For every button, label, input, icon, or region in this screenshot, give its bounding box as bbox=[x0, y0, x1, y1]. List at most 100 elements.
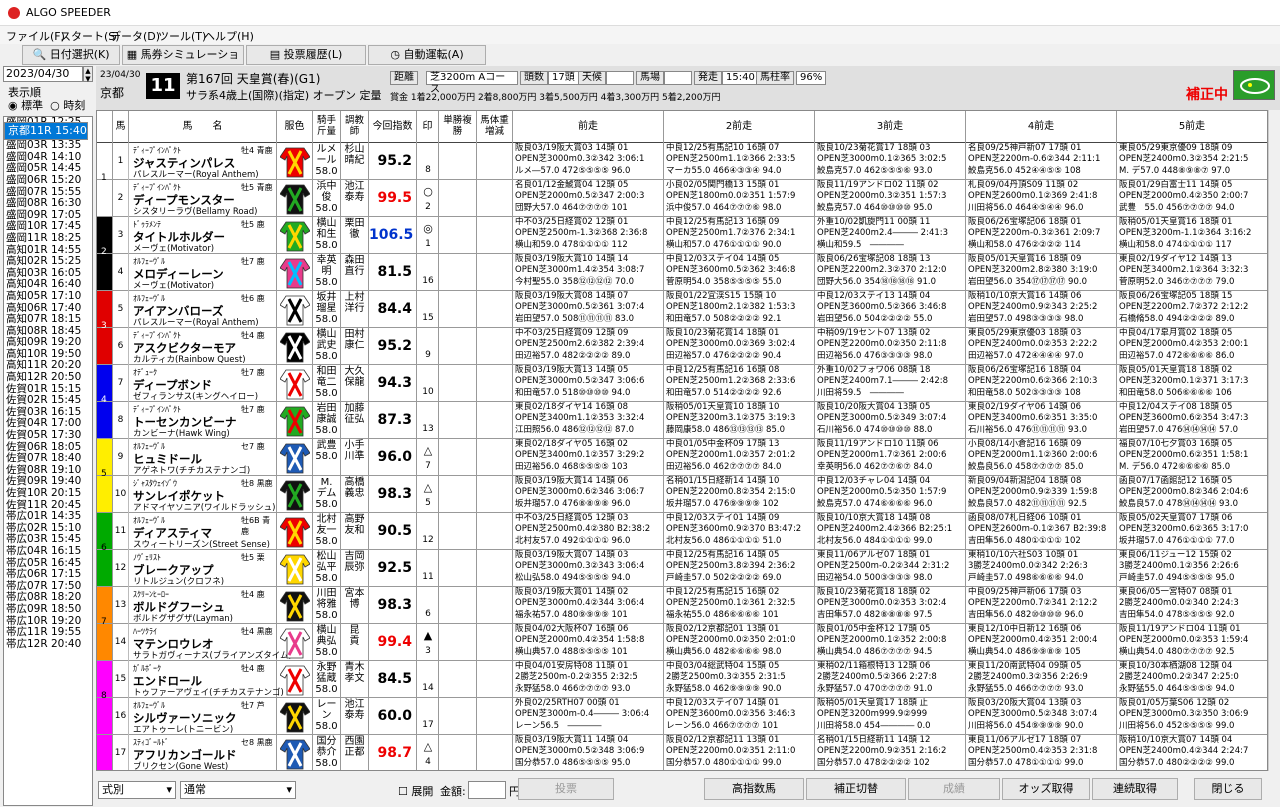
past-race-cell[interactable]: 中良12/25有馬記15 16頭 02 OPEN芝2500m0.1②361 2:3… bbox=[664, 587, 815, 624]
mark-cell[interactable]: △ 4 bbox=[417, 735, 439, 770]
menu-item-3[interactable]: ツール(T) bbox=[158, 28, 206, 44]
horse-name-cell[interactable]: ｶﾞﾙﾎﾞｰｸ 牡4 鹿エンドロール トゥファーアヴェイ(チチカステナンゴ) bbox=[129, 661, 284, 698]
past-race-cell[interactable]: 福良07/10七夕賞03 16頭 05 OPEN芝2000m0.6②351 1:5… bbox=[1117, 439, 1267, 476]
horse-name-cell[interactable]: ﾊｰﾂｸﾗｲ 牡4 黒鹿 マテンロウレオ サラトガヴィーナス(ブライアンズタイム) bbox=[129, 624, 292, 661]
results-button[interactable]: 成績 bbox=[908, 778, 1000, 800]
mark-cell[interactable]: 16 bbox=[417, 254, 439, 291]
race-list-item[interactable]: 帯広11R 19:55 bbox=[4, 627, 92, 639]
horse-row[interactable]: 3 5 ｵﾙﾌｪｰｳﾞﾙ 牡6 鹿アイアンバローズ パレスルーマー(Royal Anth… bbox=[97, 291, 1267, 331]
past-race-cell[interactable]: 外良02/25RTH07 00頭 01 OPEN芝3000m-0.4――― 3:0… bbox=[513, 698, 664, 735]
date-spin-button[interactable]: ▲ ▼ bbox=[83, 66, 93, 83]
past-race-cell[interactable]: 阪良06/26宝塚記16 18頭 04 OPEN芝2200m0.6②366 2:1… bbox=[966, 365, 1117, 402]
past-race-cell[interactable]: 中不03/25日経賞02 12頭 01 OPEN芝2500m-1.3②368 2:… bbox=[513, 217, 664, 254]
past-race-cell[interactable]: 東良12/10中日新12 16頭 06 OPEN芝2000m0.4②351 2:0… bbox=[966, 624, 1117, 661]
past-race-cell[interactable]: 東良05/29東京優03 18頭 03 OPEN芝2400m0.0②353 2:2… bbox=[966, 328, 1117, 365]
past-race-cell[interactable]: 阪稍05/01天皇賞16 18頭 01 OPEN芝3200m-1.1②364 3:… bbox=[1117, 217, 1267, 254]
horse-row[interactable]: 5 9 ｵﾙﾌｪｰｳﾞﾙ セ7 鹿ヒュミドール アゲネトワ(チチカステナンゴ) 武豊 58.… bbox=[97, 439, 1267, 479]
horse-row[interactable]: 2 ﾃﾞｨｰﾌﾟｲﾝﾊﾟｸﾄ 牡5 青鹿 ディープモンスター シスタリーラヴ(Bella… bbox=[97, 180, 1267, 217]
race-list-item[interactable]: 盛岡06R 15:20 bbox=[4, 174, 92, 187]
past-race-cell[interactable]: 東良11/06アルゼ07 18頭 01 OPEN芝2500m-0.2②344 2:… bbox=[815, 550, 966, 587]
vertical-scrollbar[interactable] bbox=[1268, 110, 1280, 771]
past-race-cell[interactable]: 小良08/14小倉記16 16頭 09 OPEN芝2000m1.1②360 2:0… bbox=[966, 439, 1117, 476]
race-list-item[interactable]: 帯広06R 17:15 bbox=[4, 569, 92, 581]
past-race-cell[interactable]: 名良01/12金鯱賞04 12頭 05 OPEN芝2000m0.5②347 2:0… bbox=[513, 180, 664, 217]
auto-run-button[interactable]: ◷ 自動運転(A) bbox=[368, 45, 486, 65]
past-race-cell[interactable]: 函良08/07札日経06 10頭 01 OPEN芝2600m-0.1②367 B2… bbox=[966, 513, 1117, 550]
past-race-cell[interactable]: 阪良02/12京都記01 13頭 01 OPEN芝2000m0.0②350 2:0… bbox=[664, 624, 815, 661]
horse-name-cell[interactable]: ｽﾃｨｺﾞｰﾙﾄﾞ セ8 黒鹿 アフリカンゴールド ブリクセン(Gone West) bbox=[129, 735, 277, 770]
past-race-cell[interactable]: 中良04/01安房特08 11頭 01 2勝芝2500m-0.2②355 2:32… bbox=[513, 661, 664, 698]
past-race-cell[interactable]: 阪良01/29白富士11 14頭 05 OPEN芝2000m0.4②350 2:0… bbox=[1117, 180, 1267, 217]
past-race-cell[interactable]: 阪良03/19阪大賞14 14頭 06 OPEN芝3000m0.6②346 3:0… bbox=[513, 476, 664, 513]
mark-cell[interactable]: 11 bbox=[417, 550, 439, 587]
get-odds-button[interactable]: オッズ取得 bbox=[1002, 778, 1090, 800]
race-list-item[interactable]: 高知02R 15:25 bbox=[4, 256, 92, 268]
past-race-cell[interactable]: 東良10/30本栖湖08 12頭 04 2勝芝2400m0.2②347 2:25:… bbox=[1117, 661, 1267, 698]
horse-row[interactable]: 12 ﾉｳﾞｪﾘｽﾄ 牡5 栗ブレークアップ リトルジュン(クロフネ) 松山 弘平 58.0… bbox=[97, 550, 1267, 587]
horse-row[interactable]: 4 ｵﾙﾌｪｰｳﾞﾙ 牡7 鹿メロディーレーン メーヴェ(Motivator) 幸英明 5… bbox=[97, 254, 1267, 291]
past-race-cell[interactable]: 東稍10/10六社S03 10頭 01 3勝芝2400m0.0②342 2:26:… bbox=[966, 550, 1117, 587]
race-list-item[interactable]: 帯広04R 16:15 bbox=[4, 545, 92, 558]
past-race-cell[interactable]: 東良11/20南武特04 09頭 05 2勝芝2400m0.3②356 2:26:… bbox=[966, 661, 1117, 698]
past-race-cell[interactable]: 阪良03/19阪大賞13 14頭 05 OPEN芝3000m0.5②347 3:0… bbox=[513, 365, 664, 402]
mark-cell[interactable]: ○ 2 bbox=[417, 180, 439, 217]
mark-cell[interactable]: △ 7 bbox=[417, 439, 439, 476]
past-race-cell[interactable]: 中良12/03ステイ01 14頭 09 OPEN芝3600m0.9②370 B3:… bbox=[664, 513, 815, 550]
past-race-cell[interactable]: 阪稍10/10京大賞16 14頭 06 OPEN芝2400m0.9②343 2:2… bbox=[966, 291, 1117, 328]
past-race-cell[interactable]: 東良05/29東京優09 18頭 09 OPEN芝2400m0.3②354 2:2… bbox=[1117, 143, 1267, 180]
past-race-cell[interactable]: 中不03/25日経賞05 12頭 03 OPEN芝2500m0.4②380 B2:… bbox=[513, 513, 664, 550]
tenkai-checkbox[interactable]: ☐ 展開 bbox=[398, 783, 433, 799]
order-time-radio[interactable]: ○ 時刻 bbox=[50, 99, 85, 112]
mark-cell[interactable]: △ 5 bbox=[417, 476, 439, 513]
date-input[interactable]: 2023/04/30 bbox=[3, 66, 83, 82]
horse-name-cell[interactable]: ｵﾙﾌｪｰｳﾞﾙ 牡7 鹿メロディーレーン メーヴェ(Motivator) bbox=[129, 254, 277, 291]
mark-cell[interactable]: ▲ 3 bbox=[417, 624, 439, 661]
past-race-cell[interactable]: 名稍01/15日経新14 14頭 10 OPEN芝2200m0.8②354 2:1… bbox=[664, 476, 815, 513]
race-list-item[interactable]: 盛岡08R 16:30 bbox=[4, 198, 92, 210]
past-race-cell[interactable]: 阪良11/19アンドロ04 11頭 01 OPEN芝2000m0.0②353 1:… bbox=[1117, 624, 1267, 661]
past-race-cell[interactable]: 中良12/04ステイ08 18頭 05 OPEN芝3600m0.6②354 3:4… bbox=[1117, 402, 1267, 439]
horse-name-cell[interactable]: ｵﾙﾌｪｰｳﾞﾙ セ7 鹿ヒュミドール アゲネトワ(チチカステナンゴ) bbox=[129, 439, 277, 476]
race-list-item[interactable]: 高知05R 17:10 bbox=[4, 290, 92, 303]
betting-simulation-button[interactable]: ▦ 馬券シミュレーション(B) bbox=[122, 45, 244, 79]
past-race-cell[interactable]: 阪稍10/10京大賞07 14頭 04 OPEN芝2400m0.4②344 2:2… bbox=[1117, 735, 1267, 770]
race-list-item[interactable]: 高知07R 18:15 bbox=[4, 313, 92, 326]
past-race-cell[interactable]: 中良03/04総武特04 15頭 05 2勝芝2500m0.3②355 2:31:… bbox=[664, 661, 815, 698]
race-list-item[interactable]: 盛岡11R 18:25 bbox=[4, 232, 92, 245]
horse-name-cell[interactable]: ｵﾙﾌｪｰｳﾞﾙ 牡6 鹿アイアンバローズ パレスルーマー(Royal Anthem… bbox=[129, 291, 277, 328]
past-race-cell[interactable]: 中良12/25有馬記16 16頭 08 OPEN芝2500m1.2②368 2:3… bbox=[664, 365, 815, 402]
past-race-cell[interactable]: 阪良03/19阪大賞03 14頭 01 OPEN芝3000m0.3②342 3:0… bbox=[513, 143, 664, 180]
past-race-cell[interactable]: 東良02/19ダイヤ06 14頭 06 OPEN芝3400m0.6②351 3:3… bbox=[966, 402, 1117, 439]
horse-name-cell[interactable]: ｵﾃﾞｭｰｸ 牡7 鹿ディープボンド ゼフィランサス(キングヘイロー) bbox=[129, 365, 277, 402]
past-race-cell[interactable]: 阪良03/19阪大賞10 14頭 14 OPEN芝3000m1.4②354 3:0… bbox=[513, 254, 664, 291]
horse-row[interactable]: 1 1 ﾃﾞｨｰﾌﾟｲﾝﾊﾟｸﾄ 牡4 青鹿 ジャスティンパレス パレスルーマー(Roya… bbox=[97, 143, 1267, 183]
past-race-cell[interactable]: 中良12/03ステイ04 14頭 05 OPEN芝3600m0.5②362 3:4… bbox=[664, 254, 815, 291]
past-race-cell[interactable]: 中稍09/19セント07 13頭 02 OPEN芝2200m0.0②350 2:1… bbox=[815, 328, 966, 365]
bet-type-select[interactable]: 式別 ▾ bbox=[98, 781, 176, 799]
mark-cell[interactable]: 17 bbox=[417, 698, 439, 735]
past-race-cell[interactable]: 阪稍05/01天皇賞17 18頭 止 OPEN芝3200m999.9②999 川田将… bbox=[815, 698, 966, 735]
mark-cell[interactable]: 12 bbox=[417, 513, 439, 550]
past-race-cell[interactable]: 阪良10/20阪大賞04 13頭 05 OPEN芝3000m0.5②349 3:0… bbox=[815, 402, 966, 439]
past-race-cell[interactable]: 小良02/05関門橋13 15頭 01 OPEN芝1800m0.0②351 1:5… bbox=[664, 180, 815, 217]
close-button[interactable]: 閉じる bbox=[1194, 778, 1262, 800]
past-race-cell[interactable]: 阪良03/19阪大賞01 14頭 02 OPEN芝3000m0.4②344 3:0… bbox=[513, 587, 664, 624]
past-race-cell[interactable]: 阪良02/12京都記11 13頭 01 OPEN芝2200m0.0②351 2:1… bbox=[664, 735, 815, 770]
past-race-cell[interactable]: 阪稍05/01天皇賞10 18頭 10 OPEN芝3200m3.1②375 3:1… bbox=[664, 402, 815, 439]
horse-name-cell[interactable]: ﾃﾞｨｰﾌﾟｲﾝﾊﾟｸﾄ 牡4 青鹿 ジャスティンパレス パレスルーマー(Royal … bbox=[129, 143, 277, 180]
menu-item-0[interactable]: ファイル(F) bbox=[6, 28, 65, 44]
past-race-cell[interactable]: 東良02/19ダイヤ12 14頭 13 OPEN芝3400m2.1②364 3:3… bbox=[1117, 254, 1267, 291]
past-race-cell[interactable]: 阪良05/01天皇賞16 18頭 09 OPEN芝3200m2.8②380 3:1… bbox=[966, 254, 1117, 291]
mark-cell[interactable]: 13 bbox=[417, 402, 439, 439]
mark-cell[interactable]: 15 bbox=[417, 291, 439, 328]
order-standard-radio[interactable]: ◉ 標準 bbox=[8, 99, 43, 112]
horse-name-cell[interactable]: ﾄﾞｩﾗﾒﾝﾃ 牡5 鹿タイトルホルダー メーヴェ(Motivator) bbox=[129, 217, 277, 254]
past-race-cell[interactable]: 阪良03/19阪大賞08 14頭 07 OPEN芝3000m0.5②361 3:0… bbox=[513, 291, 664, 328]
mark-cell[interactable]: 6 bbox=[417, 587, 439, 624]
correction-toggle-button[interactable]: 補正切替 bbox=[806, 778, 906, 800]
vote-history-button[interactable]: ▤ 投票履歴(L) bbox=[246, 45, 366, 65]
horse-name-cell[interactable]: ﾃﾞｨｰﾌﾟｲﾝﾊﾟｸﾄ 牡5 青鹿 ディープモンスター シスタリーラヴ(Bellam… bbox=[129, 180, 277, 217]
horse-name-cell[interactable]: ｽｸﾘｰﾝﾋｰﾛｰ 牡4 鹿ボルドグフーシュ ボルドグザグザ(Layman) bbox=[129, 587, 277, 624]
horse-name-cell[interactable]: ﾉｳﾞｪﾘｽﾄ 牡5 栗ブレークアップ リトルジュン(クロフネ) bbox=[129, 550, 277, 587]
past-race-cell[interactable]: 阪良03/20阪大賞04 13頭 03 OPEN芝3000m0.5②348 3:0… bbox=[966, 698, 1117, 735]
